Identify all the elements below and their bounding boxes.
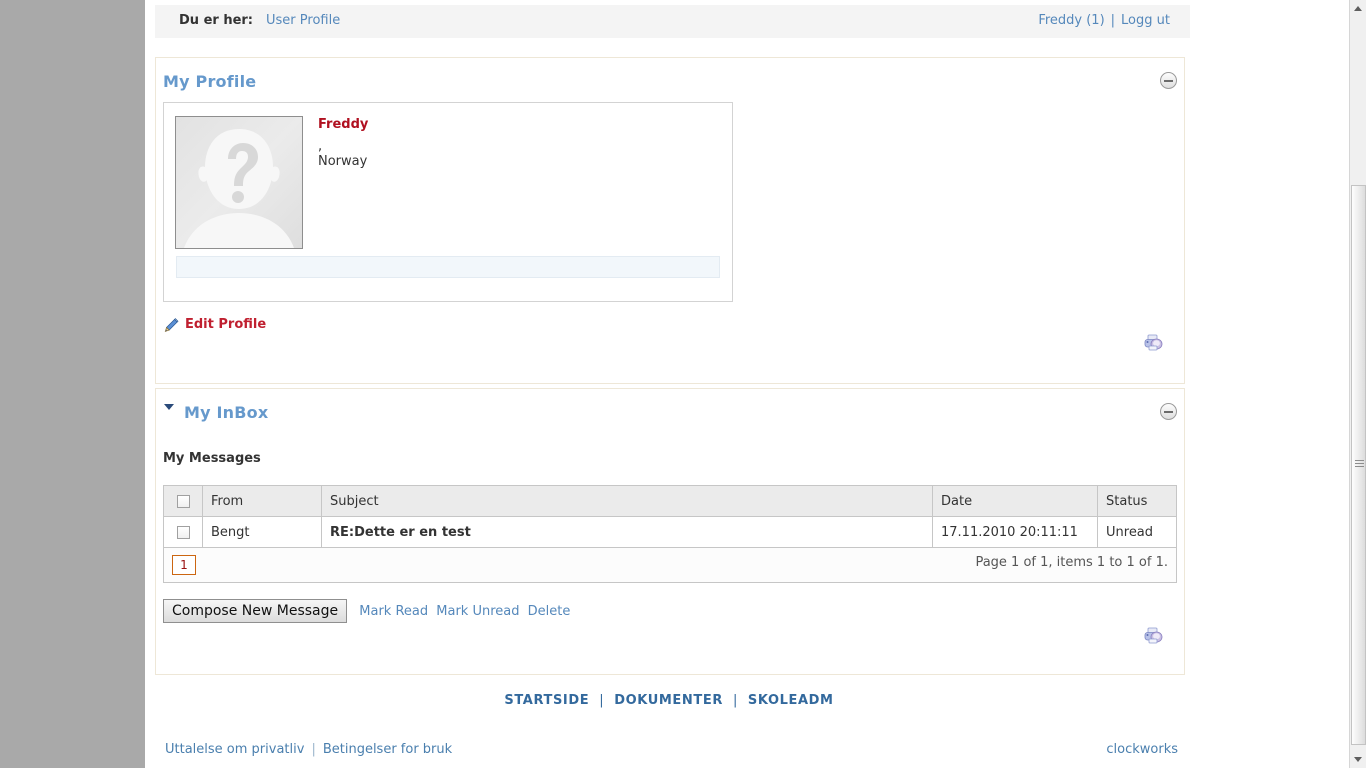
delete-link[interactable]: Delete	[528, 604, 571, 619]
inbox-action-bar: Compose New Message Mark Read Mark Unrea…	[163, 599, 570, 625]
scroll-down-arrow-icon[interactable]	[1350, 751, 1366, 768]
avatar	[175, 116, 303, 249]
footer-legal-separator: |	[311, 742, 316, 757]
footer-link-skoleadm[interactable]: SKOLEADM	[748, 693, 834, 708]
current-user-link[interactable]: Freddy (1)	[1038, 13, 1104, 28]
page-number-1[interactable]: 1	[172, 555, 196, 575]
my-inbox-panel: My InBox My Messages From Subject Date S…	[155, 388, 1185, 675]
breadcrumb-label: Du er her:	[179, 13, 254, 28]
profile-user-city: ,	[318, 139, 323, 154]
pagination-info: Page 1 of 1, items 1 to 1 of 1.	[975, 555, 1168, 570]
my-inbox-title: My InBox	[184, 403, 269, 422]
inbox-action-links: Mark Read Mark Unread Delete	[359, 604, 570, 619]
minus-circle-icon[interactable]	[1160, 403, 1177, 420]
clockworks-link[interactable]: clockworks	[1106, 742, 1178, 757]
breadcrumb-link-user-profile[interactable]: User Profile	[266, 13, 340, 28]
cell-date: 17.11.2010 20:11:11	[932, 516, 1098, 548]
privacy-statement-link[interactable]: Uttalelse om privatliv	[165, 742, 304, 757]
footer-link-dokumenter[interactable]: DOKUMENTER	[614, 693, 723, 708]
terms-of-use-link[interactable]: Betingelser for bruk	[323, 742, 452, 757]
vertical-scrollbar[interactable]	[1349, 0, 1366, 768]
footer-nav-separator-1: |	[599, 693, 605, 708]
my-messages-heading: My Messages	[163, 451, 261, 466]
my-profile-panel: My Profile Freddy , Norway Edit Profile	[155, 57, 1185, 384]
column-header-date[interactable]: Date	[932, 485, 1098, 517]
table-row[interactable]: Bengt RE:Dette er en test 17.11.2010 20:…	[163, 516, 1177, 548]
footer-legal-bar: Uttalelse om privatliv | Betingelser for b…	[155, 742, 1183, 764]
row-checkbox[interactable]	[176, 525, 190, 539]
compose-new-message-button[interactable]: Compose New Message	[163, 599, 348, 623]
my-profile-title: My Profile	[163, 72, 257, 91]
scrollbar-grip-icon	[1355, 460, 1364, 470]
profile-user-country: Norway	[318, 154, 368, 169]
mark-unread-link[interactable]: Mark Unread	[436, 604, 519, 619]
edit-profile-link[interactable]: Edit Profile	[185, 317, 266, 332]
page-content-area: Du er her: User Profile Freddy (1) | Logg u…	[145, 0, 1349, 768]
printer-icon[interactable]	[1143, 333, 1165, 353]
pagination-row: 1 Page 1 of 1, items 1 to 1 of 1.	[163, 547, 1177, 583]
scroll-up-arrow-icon[interactable]	[1350, 0, 1366, 17]
footer-legal-links: Uttalelse om privatliv | Betingelser for b…	[165, 742, 452, 757]
select-all-header	[163, 485, 203, 517]
table-header-row: From Subject Date Status	[163, 485, 1177, 517]
row-select-cell	[163, 516, 203, 548]
triangle-down-icon[interactable]	[164, 404, 174, 410]
mark-read-link[interactable]: Mark Read	[359, 604, 428, 619]
footer-navigation: STARTSIDE | DOKUMENTER | SKOLEADM	[145, 693, 1193, 708]
breadcrumb: Du er her: User Profile	[179, 13, 340, 28]
profile-card: Freddy , Norway	[163, 102, 733, 302]
unknown-person-avatar-icon	[176, 117, 302, 248]
select-all-checkbox[interactable]	[176, 494, 190, 508]
column-header-from[interactable]: From	[202, 485, 322, 517]
column-header-subject[interactable]: Subject	[321, 485, 933, 517]
pagination-cell: 1 Page 1 of 1, items 1 to 1 of 1.	[163, 547, 1177, 583]
user-bar: Freddy (1) | Logg ut	[1038, 13, 1170, 28]
footer-nav-separator-2: |	[732, 693, 738, 708]
user-bar-separator: |	[1110, 13, 1116, 28]
profile-user-name: Freddy	[318, 117, 369, 132]
printer-icon[interactable]	[1143, 626, 1165, 646]
cell-subject[interactable]: RE:Dette er en test	[321, 516, 933, 548]
cell-from: Bengt	[202, 516, 322, 548]
cell-status: Unread	[1097, 516, 1177, 548]
minus-circle-icon[interactable]	[1160, 72, 1177, 89]
brand-credit: clockworks	[1106, 742, 1178, 757]
pencil-icon	[164, 318, 179, 332]
footer-link-startside[interactable]: STARTSIDE	[504, 693, 589, 708]
profile-bio-box	[176, 256, 720, 278]
column-header-status[interactable]: Status	[1097, 485, 1177, 517]
logout-link[interactable]: Logg ut	[1121, 13, 1170, 28]
messages-table: From Subject Date Status Bengt RE:Dette …	[163, 485, 1177, 583]
scrollbar-thumb[interactable]	[1351, 185, 1366, 745]
breadcrumb-bar: Du er her: User Profile Freddy (1) | Logg u…	[155, 5, 1190, 39]
